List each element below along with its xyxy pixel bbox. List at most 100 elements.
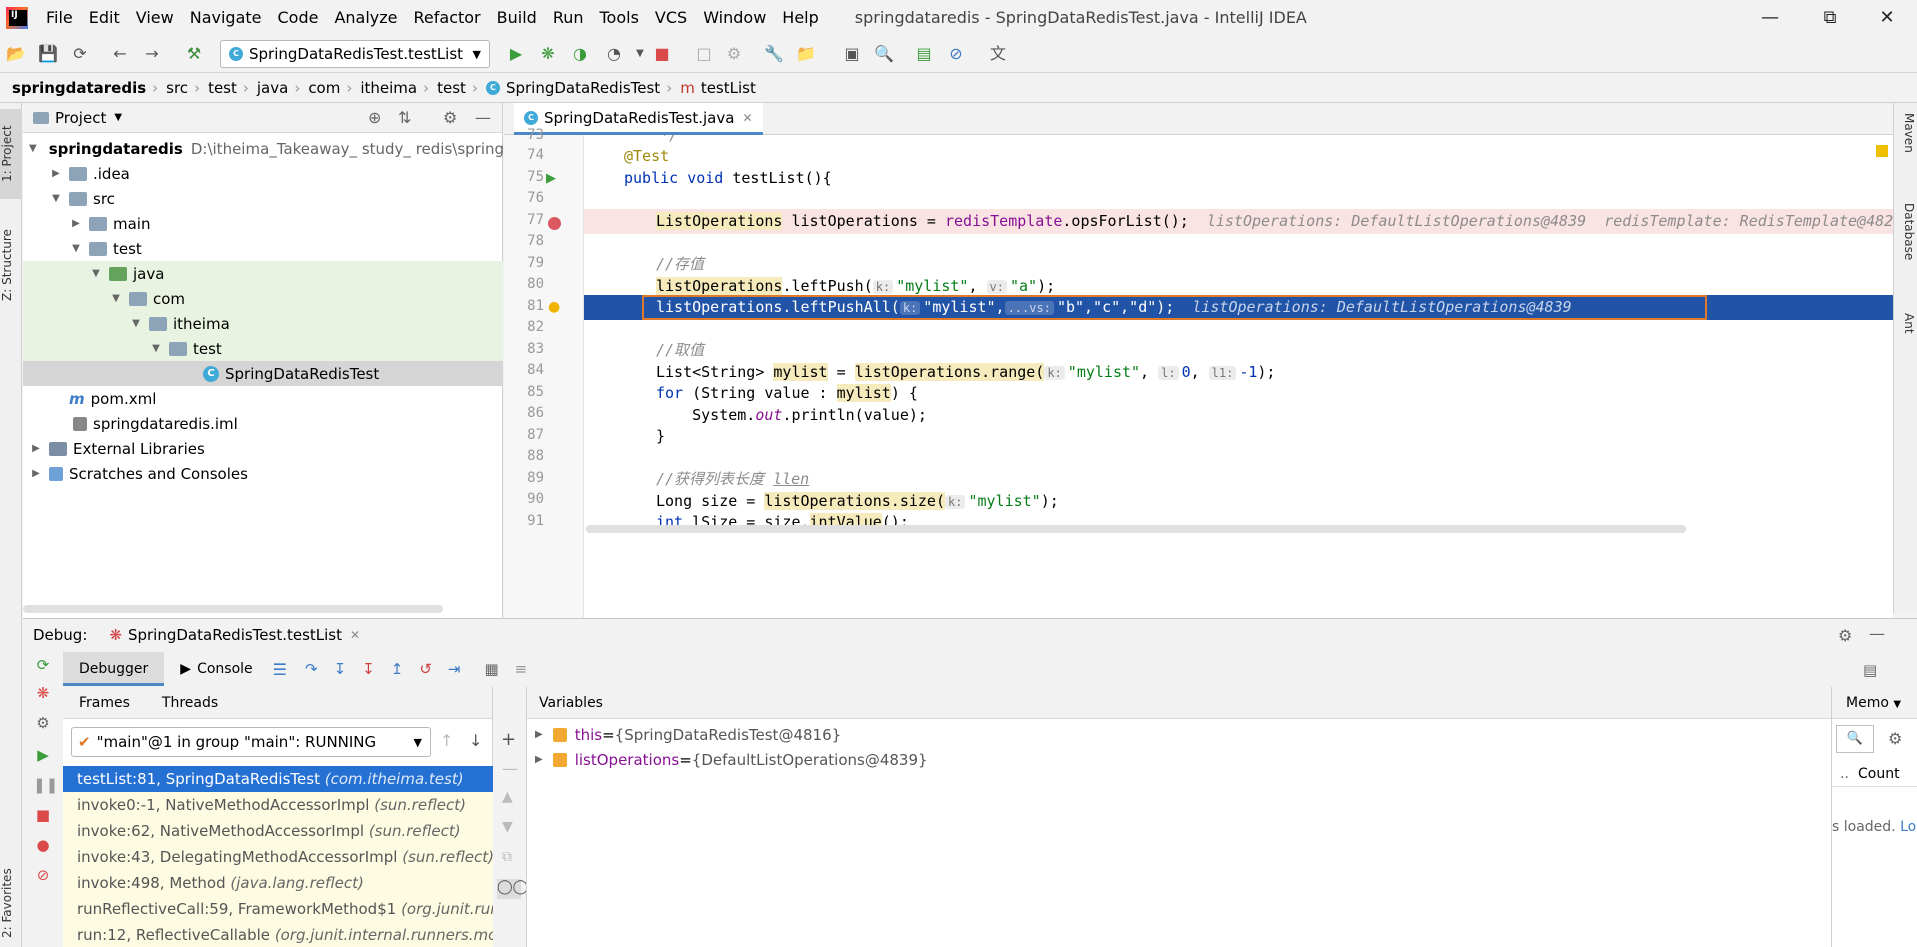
chevron-right-icon[interactable]: ▶ <box>29 443 43 454</box>
editor-tab-springdataredistest[interactable]: C SpringDataRedisTest.java ✕ <box>514 103 763 135</box>
horizontal-scrollbar[interactable] <box>586 525 1686 533</box>
terminal-icon[interactable]: ▣ <box>842 44 862 64</box>
gear-icon[interactable]: ⚙ <box>443 108 457 127</box>
menu-code[interactable]: Code <box>270 8 327 27</box>
menu-build[interactable]: Build <box>489 8 545 27</box>
horizontal-scrollbar[interactable] <box>23 605 443 613</box>
minimize-icon[interactable]: — <box>1740 0 1800 35</box>
close-tab-icon[interactable]: ✕ <box>350 628 360 642</box>
tab-threads[interactable]: Threads <box>146 695 234 711</box>
tree-item-src[interactable]: ▼ src <box>23 186 503 211</box>
tool-tab-project[interactable]: 1: Project <box>0 109 22 199</box>
move-up-icon[interactable]: ▲ <box>502 789 513 805</box>
gear-icon[interactable]: ⚙ <box>1888 729 1902 748</box>
breadcrumb-com[interactable]: com <box>308 79 340 97</box>
chevron-down-icon[interactable]: ▼ <box>114 112 122 123</box>
add-watch-icon[interactable]: + <box>501 729 516 750</box>
layout-icon[interactable]: ▤ <box>1863 661 1877 679</box>
variable-row[interactable]: ▶ this = {SpringDataRedisTest@4816} <box>535 722 841 747</box>
breadcrumb-project[interactable]: springdataredis <box>12 79 146 97</box>
tool-tab-ant[interactable]: Ant <box>1896 313 1916 353</box>
profile-icon[interactable]: ◔ <box>604 44 624 64</box>
menu-run[interactable]: Run <box>545 8 592 27</box>
trace-icon[interactable]: ≡ <box>515 660 528 678</box>
coverage-icon[interactable]: ◑ <box>570 44 590 64</box>
chevron-down-icon[interactable]: ▼ <box>69 243 83 254</box>
locate-icon[interactable]: ⊕ <box>368 108 381 127</box>
variable-row[interactable]: ▶ listOperations = {DefaultListOperation… <box>535 747 928 772</box>
breadcrumb-src[interactable]: src <box>166 79 188 97</box>
arrow-up-icon[interactable]: ↑ <box>440 731 453 750</box>
code-area[interactable]: */ @Test public void testList(){ ListOpe… <box>584 135 1893 618</box>
tree-item-project-root[interactable]: ▼ springdataredis D:\itheima_Takeaway_ s… <box>23 136 574 161</box>
remove-watch-icon[interactable]: — <box>502 759 518 778</box>
menu-analyze[interactable]: Analyze <box>326 8 405 27</box>
tab-console[interactable]: ▶ Console <box>164 652 268 686</box>
tab-frames[interactable]: Frames <box>63 695 146 711</box>
project-structure-icon[interactable]: 📁 <box>796 44 816 64</box>
breadcrumb-method[interactable]: testList <box>701 79 756 97</box>
search-icon[interactable]: 🔍 <box>1836 725 1874 753</box>
hide-icon[interactable]: — <box>475 108 491 127</box>
tree-item-java[interactable]: ▼ java <box>23 261 503 286</box>
run-icon[interactable]: ▶ <box>506 44 526 64</box>
tree-item-test-package[interactable]: ▼ test <box>23 336 503 361</box>
menu-help[interactable]: Help <box>774 8 826 27</box>
menu-edit[interactable]: Edit <box>81 8 128 27</box>
save-icon[interactable]: 💾 <box>38 44 58 64</box>
menu-tools[interactable]: Tools <box>592 8 647 27</box>
chevron-down-icon[interactable]: ▼ <box>89 268 103 279</box>
breakpoint-icon[interactable] <box>548 217 561 230</box>
collapse-all-icon[interactable]: ⇅ <box>398 108 411 127</box>
tree-item-itheima[interactable]: ▼ itheima <box>23 311 503 336</box>
pause-icon[interactable]: ❚❚ <box>33 775 58 795</box>
chevron-right-icon[interactable]: ▶ <box>69 218 83 229</box>
menu-vcs[interactable]: VCS <box>647 8 695 27</box>
tree-item-main[interactable]: ▶ main <box>23 211 503 236</box>
sync-icon[interactable]: ⟳ <box>70 44 90 64</box>
menu-refactor[interactable]: Refactor <box>406 8 489 27</box>
chevron-down-icon[interactable]: ▼ <box>29 143 37 154</box>
menu-file[interactable]: File <box>38 8 81 27</box>
rerun-icon[interactable]: ⟳ <box>33 655 53 675</box>
breadcrumb-test[interactable]: test <box>208 79 237 97</box>
chevron-right-icon[interactable]: ▶ <box>535 754 543 765</box>
debug-bug-icon[interactable]: ❋ <box>538 44 558 64</box>
breadcrumb-itheima[interactable]: itheima <box>360 79 417 97</box>
frame-row[interactable]: invoke0:-1, NativeMethodAccessorImpl (su… <box>63 792 493 818</box>
breadcrumb-java[interactable]: java <box>257 79 288 97</box>
tree-item-test[interactable]: ▼ test <box>23 236 503 261</box>
no-entry-icon[interactable]: ⊘ <box>946 44 966 64</box>
frame-row[interactable]: testList:81, SpringDataRedisTest (com.it… <box>63 766 493 792</box>
chevron-right-icon[interactable]: ▶ <box>29 468 43 479</box>
menu-lines-icon[interactable]: ☰ <box>273 660 287 679</box>
tree-item-pom[interactable]: m pom.xml <box>23 386 503 411</box>
close-tab-icon[interactable]: ✕ <box>742 111 752 125</box>
chevron-right-icon[interactable]: ▶ <box>49 168 63 179</box>
step-into-icon[interactable]: ↧ <box>334 660 347 678</box>
chevron-down-icon[interactable]: ▼ <box>109 293 123 304</box>
evaluate-expression-icon[interactable]: ▦ <box>484 660 498 678</box>
tool-tab-database[interactable]: Database <box>1896 203 1916 293</box>
chevron-down-icon[interactable]: ▼ <box>129 318 143 329</box>
bug-icon[interactable]: ❋ <box>33 683 53 703</box>
build-hammer-icon[interactable]: ⚒ <box>184 44 204 64</box>
close-icon[interactable]: ✕ <box>1857 0 1917 35</box>
memory-count-column[interactable]: Count <box>1858 761 1900 787</box>
memory-load-link[interactable]: Loa <box>1900 819 1917 835</box>
chevron-down-icon[interactable]: ▼ <box>49 193 63 204</box>
mute-breakpoints-icon[interactable]: ⊘ <box>33 865 53 885</box>
project-panel-title[interactable]: Project <box>55 109 106 127</box>
thread-select[interactable]: ✔ "main"@1 in group "main": RUNNING ▼ <box>71 727 431 757</box>
glasses-icon[interactable]: ◯◯ <box>497 879 528 899</box>
menu-view[interactable]: View <box>128 8 182 27</box>
move-down-icon[interactable]: ▼ <box>502 819 513 835</box>
tree-item-external-libraries[interactable]: ▶ External Libraries <box>23 436 503 461</box>
frame-row[interactable]: invoke:62, NativeMethodAccessorImpl (sun… <box>63 818 493 844</box>
warning-marker-icon[interactable] <box>1876 145 1888 157</box>
breadcrumb-class[interactable]: SpringDataRedisTest <box>506 79 660 97</box>
tab-debugger[interactable]: Debugger <box>63 652 165 686</box>
chevron-right-icon[interactable]: ▶ <box>535 729 543 740</box>
tree-item-iml[interactable]: springdataredis.iml <box>23 411 503 436</box>
tree-item-scratches[interactable]: ▶ Scratches and Consoles <box>23 461 503 486</box>
